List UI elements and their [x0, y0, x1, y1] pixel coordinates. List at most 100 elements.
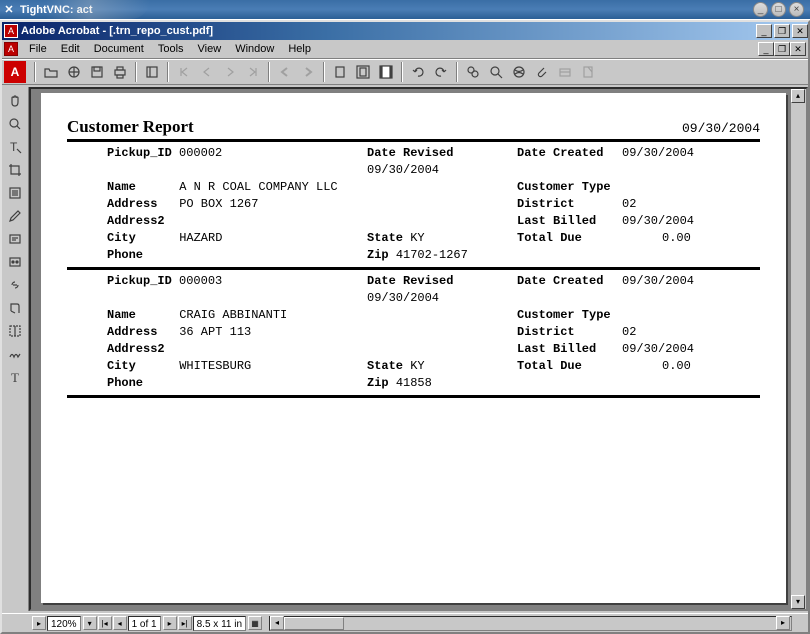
zoom-level[interactable]: 120% [47, 616, 81, 631]
vnc-sys-icon: ✕ [0, 3, 18, 16]
status-last-page-button[interactable]: ▸| [178, 616, 192, 630]
save-button[interactable] [86, 61, 108, 83]
zoom-menu-button[interactable]: ▸ [32, 616, 46, 630]
rotate-cw-button[interactable] [430, 61, 452, 83]
menu-help[interactable]: Help [281, 41, 318, 57]
page-layout-button[interactable]: ▦ [248, 616, 262, 630]
mdi-close-button[interactable]: ✕ [790, 42, 806, 56]
signature-tool-button[interactable] [4, 342, 27, 365]
scroll-up-button[interactable]: ▴ [791, 89, 805, 103]
date-created-value: 09/30/2004 [622, 145, 694, 179]
pdf-page: Customer Report 09/30/2004 Pickup_ID 000… [41, 93, 786, 603]
crop-tool-button[interactable] [4, 158, 27, 181]
next-view-button[interactable] [297, 61, 319, 83]
side-toolbar: T T [2, 87, 29, 611]
district-value: 02 [622, 324, 636, 341]
vnc-title: TightVNC: act [18, 4, 93, 16]
window-minimize-button[interactable]: _ [756, 24, 772, 38]
acrobat-titlebar: A Adobe Acrobat - [.trn_repo_cust.pdf] _… [2, 22, 808, 40]
last-page-button[interactable] [242, 61, 264, 83]
touchup-text-tool-button[interactable]: T [4, 365, 27, 388]
svg-text:T: T [11, 370, 19, 385]
total-due-value: 0.00 [662, 358, 691, 375]
webcapture-button[interactable] [508, 61, 530, 83]
date-revised-value: 09/30/2004 [367, 291, 439, 305]
adobe-logo-icon: A [4, 61, 26, 83]
report-date: 09/30/2004 [682, 121, 760, 136]
address-value: 36 APT 113 [179, 325, 251, 339]
report-title: Customer Report [67, 117, 194, 137]
print-button[interactable] [109, 61, 131, 83]
status-first-page-button[interactable]: |◂ [98, 616, 112, 630]
touchup-tool-button[interactable] [4, 319, 27, 342]
open-button[interactable] [40, 61, 62, 83]
first-page-button[interactable] [173, 61, 195, 83]
prev-page-button[interactable] [196, 61, 218, 83]
menubar: A File Edit Document Tools View Window H… [2, 40, 808, 59]
menu-edit[interactable]: Edit [54, 41, 87, 57]
city-value: HAZARD [179, 231, 222, 245]
accessibility-button[interactable] [577, 61, 599, 83]
window-close-button[interactable]: ✕ [792, 24, 808, 38]
menu-tools[interactable]: Tools [151, 41, 191, 57]
address-value: PO BOX 1267 [179, 197, 258, 211]
date-revised-value: 09/30/2004 [367, 163, 439, 177]
name-value: CRAIG ABBINANTI [179, 308, 287, 322]
pickup-id-value: 000003 [179, 274, 222, 288]
scroll-thumb[interactable] [284, 617, 344, 630]
menu-document[interactable]: Document [87, 41, 151, 57]
horizontal-scrollbar[interactable]: ◂ ▸ [269, 616, 792, 631]
vnc-maximize-button[interactable]: □ [771, 2, 786, 17]
vertical-scrollbar[interactable]: ▴ ▾ [790, 89, 806, 609]
name-value: A N R COAL COMPANY LLC [179, 180, 337, 194]
search-button[interactable] [485, 61, 507, 83]
zip-value: 41858 [396, 376, 432, 390]
page-indicator[interactable]: 1 of 1 [128, 616, 161, 631]
pencil-tool-button[interactable] [4, 204, 27, 227]
mdi-restore-button[interactable]: ❐ [774, 42, 790, 56]
last-billed-value: 09/30/2004 [622, 213, 694, 230]
vnc-titlebar: ✕ TightVNC: act _ □ × [0, 0, 810, 19]
toolbar: A [2, 59, 808, 85]
article-tool-button[interactable] [4, 181, 27, 204]
paperclip-button[interactable] [531, 61, 553, 83]
scroll-right-button[interactable]: ▸ [776, 616, 790, 630]
note-tool-button[interactable] [4, 227, 27, 250]
fit-width-button[interactable] [375, 61, 397, 83]
date-created-value: 09/30/2004 [622, 273, 694, 307]
movie-tool-button[interactable] [4, 250, 27, 273]
state-value: KY [410, 359, 424, 373]
scroll-down-button[interactable]: ▾ [791, 595, 805, 609]
next-page-button[interactable] [219, 61, 241, 83]
status-next-page-button[interactable]: ▸ [163, 616, 177, 630]
scroll-left-button[interactable]: ◂ [270, 616, 284, 630]
vnc-close-button[interactable]: × [789, 2, 804, 17]
status-prev-page-button[interactable]: ◂ [113, 616, 127, 630]
mdi-minimize-button[interactable]: _ [758, 42, 774, 56]
svg-text:T: T [10, 140, 18, 154]
scan-button[interactable] [554, 61, 576, 83]
form-tool-button[interactable] [4, 296, 27, 319]
prev-view-button[interactable] [274, 61, 296, 83]
vnc-minimize-button[interactable]: _ [753, 2, 768, 17]
actual-size-button[interactable] [329, 61, 351, 83]
menu-file[interactable]: File [22, 41, 54, 57]
report-record: Pickup_ID 000002Date Revised 09/30/2004D… [67, 142, 760, 270]
show-navigation-pane-button[interactable] [141, 61, 163, 83]
rotate-ccw-button[interactable] [407, 61, 429, 83]
menu-window[interactable]: Window [228, 41, 281, 57]
zip-value: 41702-1267 [396, 248, 468, 262]
fit-window-button[interactable] [352, 61, 374, 83]
total-due-value: 0.00 [662, 230, 691, 247]
find-button[interactable] [462, 61, 484, 83]
zoom-tool-button[interactable] [4, 112, 27, 135]
open-web-button[interactable] [63, 61, 85, 83]
menu-view[interactable]: View [191, 41, 229, 57]
hand-tool-button[interactable] [4, 89, 27, 112]
zoom-dropdown-button[interactable]: ▾ [83, 616, 97, 630]
window-restore-button[interactable]: ❐ [774, 24, 790, 38]
link-tool-button[interactable] [4, 273, 27, 296]
document-icon[interactable]: A [4, 42, 18, 56]
city-value: WHITESBURG [179, 359, 251, 373]
text-select-tool-button[interactable]: T [4, 135, 27, 158]
